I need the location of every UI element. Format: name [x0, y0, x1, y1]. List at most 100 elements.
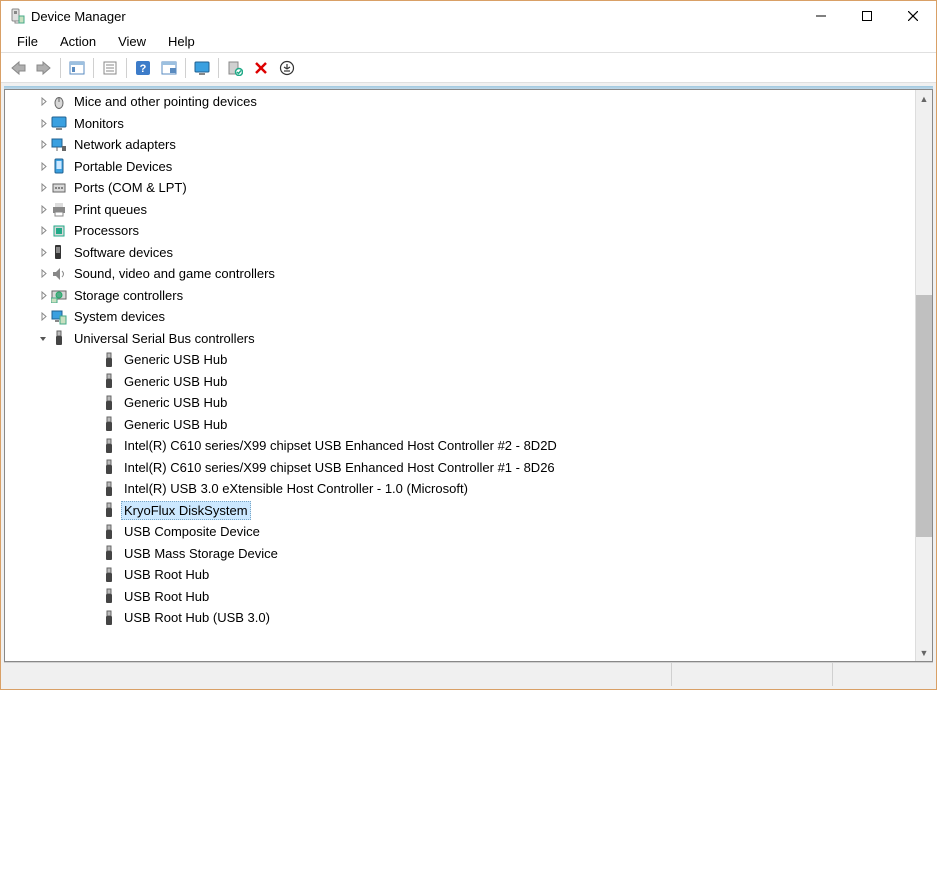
uninstall-button[interactable]	[249, 56, 273, 80]
device-label: Intel(R) USB 3.0 eXtensible Host Control…	[121, 479, 471, 498]
category-label: Monitors	[71, 114, 127, 133]
tree-category[interactable]: Monitors	[5, 113, 915, 135]
tree-category[interactable]: Storage controllers	[5, 285, 915, 307]
maximize-button[interactable]	[844, 1, 890, 31]
printer-icon	[51, 201, 67, 217]
window-controls	[798, 1, 936, 31]
window-title: Device Manager	[31, 9, 798, 24]
tree-category[interactable]: Portable Devices	[5, 156, 915, 178]
tree-device[interactable]: KryoFlux DiskSystem	[5, 500, 915, 522]
collapse-icon[interactable]	[35, 330, 51, 346]
show-hide-tree-button[interactable]	[65, 56, 89, 80]
back-button[interactable]	[6, 56, 30, 80]
toolbar-separator	[93, 58, 94, 78]
device-label: USB Mass Storage Device	[121, 544, 281, 563]
usb-icon	[101, 545, 117, 561]
toolbar-separator	[185, 58, 186, 78]
tree-category[interactable]: Network adapters	[5, 134, 915, 156]
tree-category[interactable]: Software devices	[5, 242, 915, 264]
system-icon	[51, 309, 67, 325]
tree-device[interactable]: Intel(R) C610 series/X99 chipset USB Enh…	[5, 457, 915, 479]
tree-device[interactable]: Generic USB Hub	[5, 392, 915, 414]
category-label: Software devices	[71, 243, 176, 262]
tree-device[interactable]: Generic USB Hub	[5, 371, 915, 393]
expand-icon[interactable]	[35, 180, 51, 196]
status-segment	[672, 663, 832, 686]
menubar: File Action View Help	[1, 31, 936, 53]
help-button[interactable]: ?	[131, 56, 155, 80]
forward-button[interactable]	[32, 56, 56, 80]
scroll-down-button[interactable]: ▼	[916, 644, 932, 661]
properties-button[interactable]	[98, 56, 122, 80]
expand-icon[interactable]	[35, 94, 51, 110]
expand-icon[interactable]	[35, 223, 51, 239]
expand-icon[interactable]	[35, 266, 51, 282]
device-label: USB Root Hub	[121, 587, 212, 606]
tree-category[interactable]: System devices	[5, 306, 915, 328]
tree-category[interactable]: Sound, video and game controllers	[5, 263, 915, 285]
scan-hardware-button[interactable]	[223, 56, 247, 80]
expand-icon[interactable]	[35, 115, 51, 131]
tree-device[interactable]: Generic USB Hub	[5, 414, 915, 436]
minimize-button[interactable]	[798, 1, 844, 31]
device-tree[interactable]: Mice and other pointing devicesMonitorsN…	[5, 90, 915, 661]
cpu-icon	[51, 223, 67, 239]
device-label: USB Root Hub	[121, 565, 212, 584]
tree-device[interactable]: USB Root Hub	[5, 586, 915, 608]
usb-icon	[101, 373, 117, 389]
scroll-up-button[interactable]: ▲	[916, 90, 932, 107]
action-button[interactable]	[157, 56, 181, 80]
storage-icon	[51, 287, 67, 303]
mouse-icon	[51, 94, 67, 110]
menu-view[interactable]: View	[108, 32, 156, 51]
expand-icon[interactable]	[35, 244, 51, 260]
usb-icon	[101, 610, 117, 626]
usb-icon	[101, 567, 117, 583]
status-segment	[833, 663, 933, 686]
statusbar	[4, 662, 933, 686]
device-manager-window: Device Manager File Action View Help	[0, 0, 937, 690]
tree-category[interactable]: Mice and other pointing devices	[5, 91, 915, 113]
tree-category[interactable]: Processors	[5, 220, 915, 242]
menu-file[interactable]: File	[7, 32, 48, 51]
add-legacy-button[interactable]	[275, 56, 299, 80]
category-label: Sound, video and game controllers	[71, 264, 278, 283]
expand-icon[interactable]	[35, 137, 51, 153]
expand-icon[interactable]	[35, 287, 51, 303]
tree-device[interactable]: USB Root Hub	[5, 564, 915, 586]
vertical-scrollbar[interactable]: ▲ ▼	[915, 90, 932, 661]
usb-icon	[101, 395, 117, 411]
toolbar-separator	[218, 58, 219, 78]
category-label: System devices	[71, 307, 168, 326]
expand-icon[interactable]	[35, 201, 51, 217]
toolbar: ?	[1, 53, 936, 83]
tree-area: Mice and other pointing devicesMonitorsN…	[4, 89, 933, 662]
usb-icon	[101, 524, 117, 540]
tree-category[interactable]: Print queues	[5, 199, 915, 221]
scroll-track[interactable]	[916, 107, 932, 644]
port-icon	[51, 180, 67, 196]
tree-device[interactable]: USB Mass Storage Device	[5, 543, 915, 565]
tree-device[interactable]: Intel(R) USB 3.0 eXtensible Host Control…	[5, 478, 915, 500]
device-label: Generic USB Hub	[121, 350, 230, 369]
tree-device[interactable]: Intel(R) C610 series/X99 chipset USB Enh…	[5, 435, 915, 457]
tree-device[interactable]: Generic USB Hub	[5, 349, 915, 371]
device-label: USB Root Hub (USB 3.0)	[121, 608, 273, 627]
tree-category[interactable]: Universal Serial Bus controllers	[5, 328, 915, 350]
expand-icon[interactable]	[35, 309, 51, 325]
tree-device[interactable]: USB Composite Device	[5, 521, 915, 543]
usb-icon	[101, 481, 117, 497]
menu-action[interactable]: Action	[50, 32, 106, 51]
titlebar[interactable]: Device Manager	[1, 1, 936, 31]
tree-category[interactable]: Ports (COM & LPT)	[5, 177, 915, 199]
category-label: Storage controllers	[71, 286, 186, 305]
category-label: Universal Serial Bus controllers	[71, 329, 258, 348]
expand-icon[interactable]	[35, 158, 51, 174]
scroll-thumb[interactable]	[916, 295, 932, 537]
portable-icon	[51, 158, 67, 174]
show-monitor-button[interactable]	[190, 56, 214, 80]
close-button[interactable]	[890, 1, 936, 31]
tree-device[interactable]: USB Root Hub (USB 3.0)	[5, 607, 915, 629]
menu-help[interactable]: Help	[158, 32, 205, 51]
usb-icon	[51, 330, 67, 346]
